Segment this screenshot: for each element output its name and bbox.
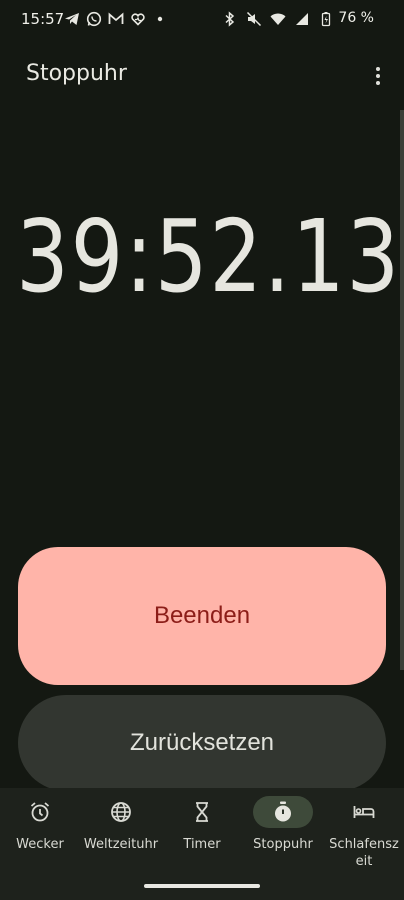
wifi-icon — [270, 11, 286, 27]
globe-icon — [111, 802, 131, 822]
nav-label: Weltzeituhr — [83, 837, 159, 852]
scrollbar[interactable] — [400, 110, 404, 670]
stopwatch-icon — [275, 801, 291, 822]
home-indicator[interactable] — [144, 884, 260, 888]
gmail-icon — [108, 11, 124, 27]
hourglass-icon — [196, 802, 208, 822]
status-time: 15:57 — [21, 10, 65, 28]
nav-item-bedtime[interactable]: Schlafensz eit — [324, 788, 404, 870]
whatsapp-icon — [86, 11, 102, 27]
reset-button-label: Zurücksetzen — [129, 729, 275, 756]
bed-icon — [353, 806, 375, 818]
mute-icon — [246, 11, 262, 27]
notification-icons — [64, 11, 168, 27]
system-icons — [222, 11, 334, 27]
nav-label: Wecker — [16, 837, 64, 852]
signal-icon — [294, 11, 310, 27]
more-options-icon[interactable] — [368, 64, 388, 88]
page-title: Stoppuhr — [26, 61, 127, 86]
status-bar: 15:57 76 % — [0, 0, 404, 40]
nav-label: Timer — [183, 837, 221, 852]
nav-item-alarm[interactable]: Wecker — [0, 788, 80, 853]
battery-percent: 76 % — [338, 10, 374, 26]
heart-app-icon — [130, 11, 146, 27]
bluetooth-icon — [222, 11, 238, 27]
alarm-icon — [30, 802, 50, 822]
nav-item-stopwatch[interactable]: Stoppuhr — [243, 788, 323, 853]
stop-button-label: Beenden — [153, 602, 251, 629]
nav-label: Schlafensz eit — [329, 837, 399, 869]
battery-icon — [318, 11, 334, 27]
nav-item-world-clock[interactable]: Weltzeituhr — [81, 788, 161, 853]
dot-icon — [152, 11, 168, 27]
reset-button[interactable]: Zurücksetzen — [18, 695, 386, 791]
stop-button[interactable]: Beenden — [18, 547, 386, 685]
nav-item-timer[interactable]: Timer — [162, 788, 242, 853]
elapsed-time: 39:52.13 — [16, 198, 401, 315]
nav-label: Stoppuhr — [253, 837, 313, 852]
telegram-icon — [64, 11, 80, 27]
